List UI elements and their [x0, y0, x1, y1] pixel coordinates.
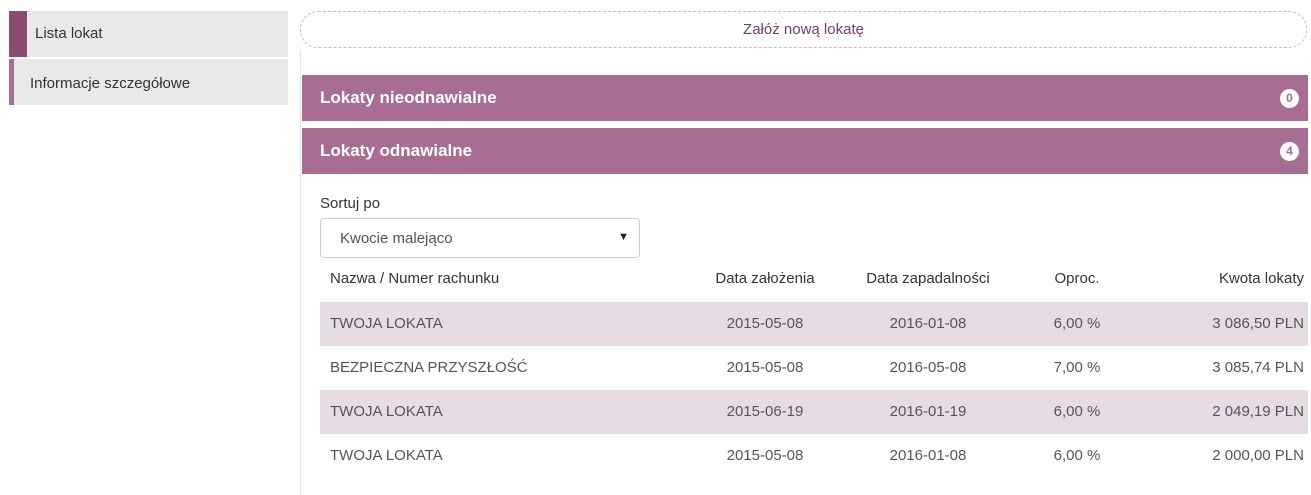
cell-amount: 2 000,00 PLN — [1212, 447, 1304, 464]
table-row[interactable]: BEZPIECZNA PRZYSZŁOŚĆ 2015-05-08 2016-05… — [320, 346, 1308, 390]
header-maturity-date[interactable]: Data zapadalności — [858, 270, 998, 287]
cell-amount: 3 086,50 PLN — [1212, 315, 1304, 332]
new-deposit-button[interactable]: Załóż nową lokatę — [300, 11, 1307, 48]
header-rate[interactable]: Oproc. — [1032, 270, 1122, 287]
cell-amount: 3 085,74 PLN — [1212, 359, 1304, 376]
cell-open-date: 2015-05-08 — [726, 359, 804, 376]
main-content: Załóż nową lokatę Lokaty nieodnawialne 0… — [300, 0, 1311, 495]
cell-maturity-date: 2016-01-08 — [889, 447, 967, 464]
cell-name: TWOJA LOKATA — [330, 403, 443, 420]
cell-rate: 6,00 % — [1053, 315, 1101, 332]
cell-name: TWOJA LOKATA — [330, 447, 443, 464]
item-indicator — [9, 59, 14, 105]
table-row[interactable]: TWOJA LOKATA 2015-06-19 2016-01-19 6,00 … — [320, 390, 1308, 434]
cell-maturity-date: 2016-05-08 — [889, 359, 967, 376]
cell-amount: 2 049,19 PLN — [1212, 403, 1304, 420]
table-row[interactable]: TWOJA LOKATA 2015-05-08 2016-01-08 6,00 … — [320, 434, 1308, 478]
sort-select[interactable]: Kwocie malejąco ▼ — [320, 218, 640, 258]
count-badge: 0 — [1280, 89, 1299, 108]
sidebar-item-label: Informacje szczegółowe — [30, 75, 191, 92]
section-title: Lokaty nieodnawialne — [320, 88, 497, 107]
cell-maturity-date: 2016-01-08 — [889, 315, 967, 332]
section-non-renewable[interactable]: Lokaty nieodnawialne 0 — [302, 75, 1308, 121]
table-header: Nazwa / Numer rachunku Data założenia Da… — [320, 259, 1308, 302]
table-row[interactable]: TWOJA LOKATA 2015-05-08 2016-01-08 6,00 … — [320, 302, 1308, 346]
cell-rate: 7,00 % — [1053, 359, 1101, 376]
active-indicator — [9, 11, 27, 57]
sidebar-item-details[interactable]: Informacje szczegółowe — [9, 59, 288, 105]
header-open-date[interactable]: Data założenia — [705, 270, 825, 287]
cell-rate: 6,00 % — [1053, 447, 1101, 464]
cell-open-date: 2015-05-08 — [726, 447, 804, 464]
sidebar-item-deposit-list[interactable]: Lista lokat — [9, 11, 288, 57]
sort-label: Sortuj po — [320, 195, 381, 212]
section-renewable[interactable]: Lokaty odnawialne 4 — [302, 128, 1308, 174]
cell-open-date: 2015-06-19 — [726, 403, 804, 420]
sidebar-item-label: Lista lokat — [35, 25, 103, 42]
cell-name: TWOJA LOKATA — [330, 315, 443, 332]
sort-selected-value: Kwocie malejąco — [340, 230, 453, 247]
section-title: Lokaty odnawialne — [320, 141, 473, 160]
cell-name: BEZPIECZNA PRZYSZŁOŚĆ — [330, 359, 528, 376]
cell-rate: 6,00 % — [1053, 403, 1101, 420]
header-name[interactable]: Nazwa / Numer rachunku — [330, 270, 499, 287]
cell-open-date: 2015-05-08 — [726, 315, 804, 332]
count-badge: 4 — [1280, 142, 1299, 161]
deposits-table: Nazwa / Numer rachunku Data założenia Da… — [320, 259, 1308, 478]
cell-maturity-date: 2016-01-19 — [889, 403, 967, 420]
caret-down-icon: ▼ — [618, 231, 629, 243]
header-amount[interactable]: Kwota lokaty — [1219, 270, 1304, 287]
sidebar: Lista lokat Informacje szczegółowe — [9, 11, 288, 107]
